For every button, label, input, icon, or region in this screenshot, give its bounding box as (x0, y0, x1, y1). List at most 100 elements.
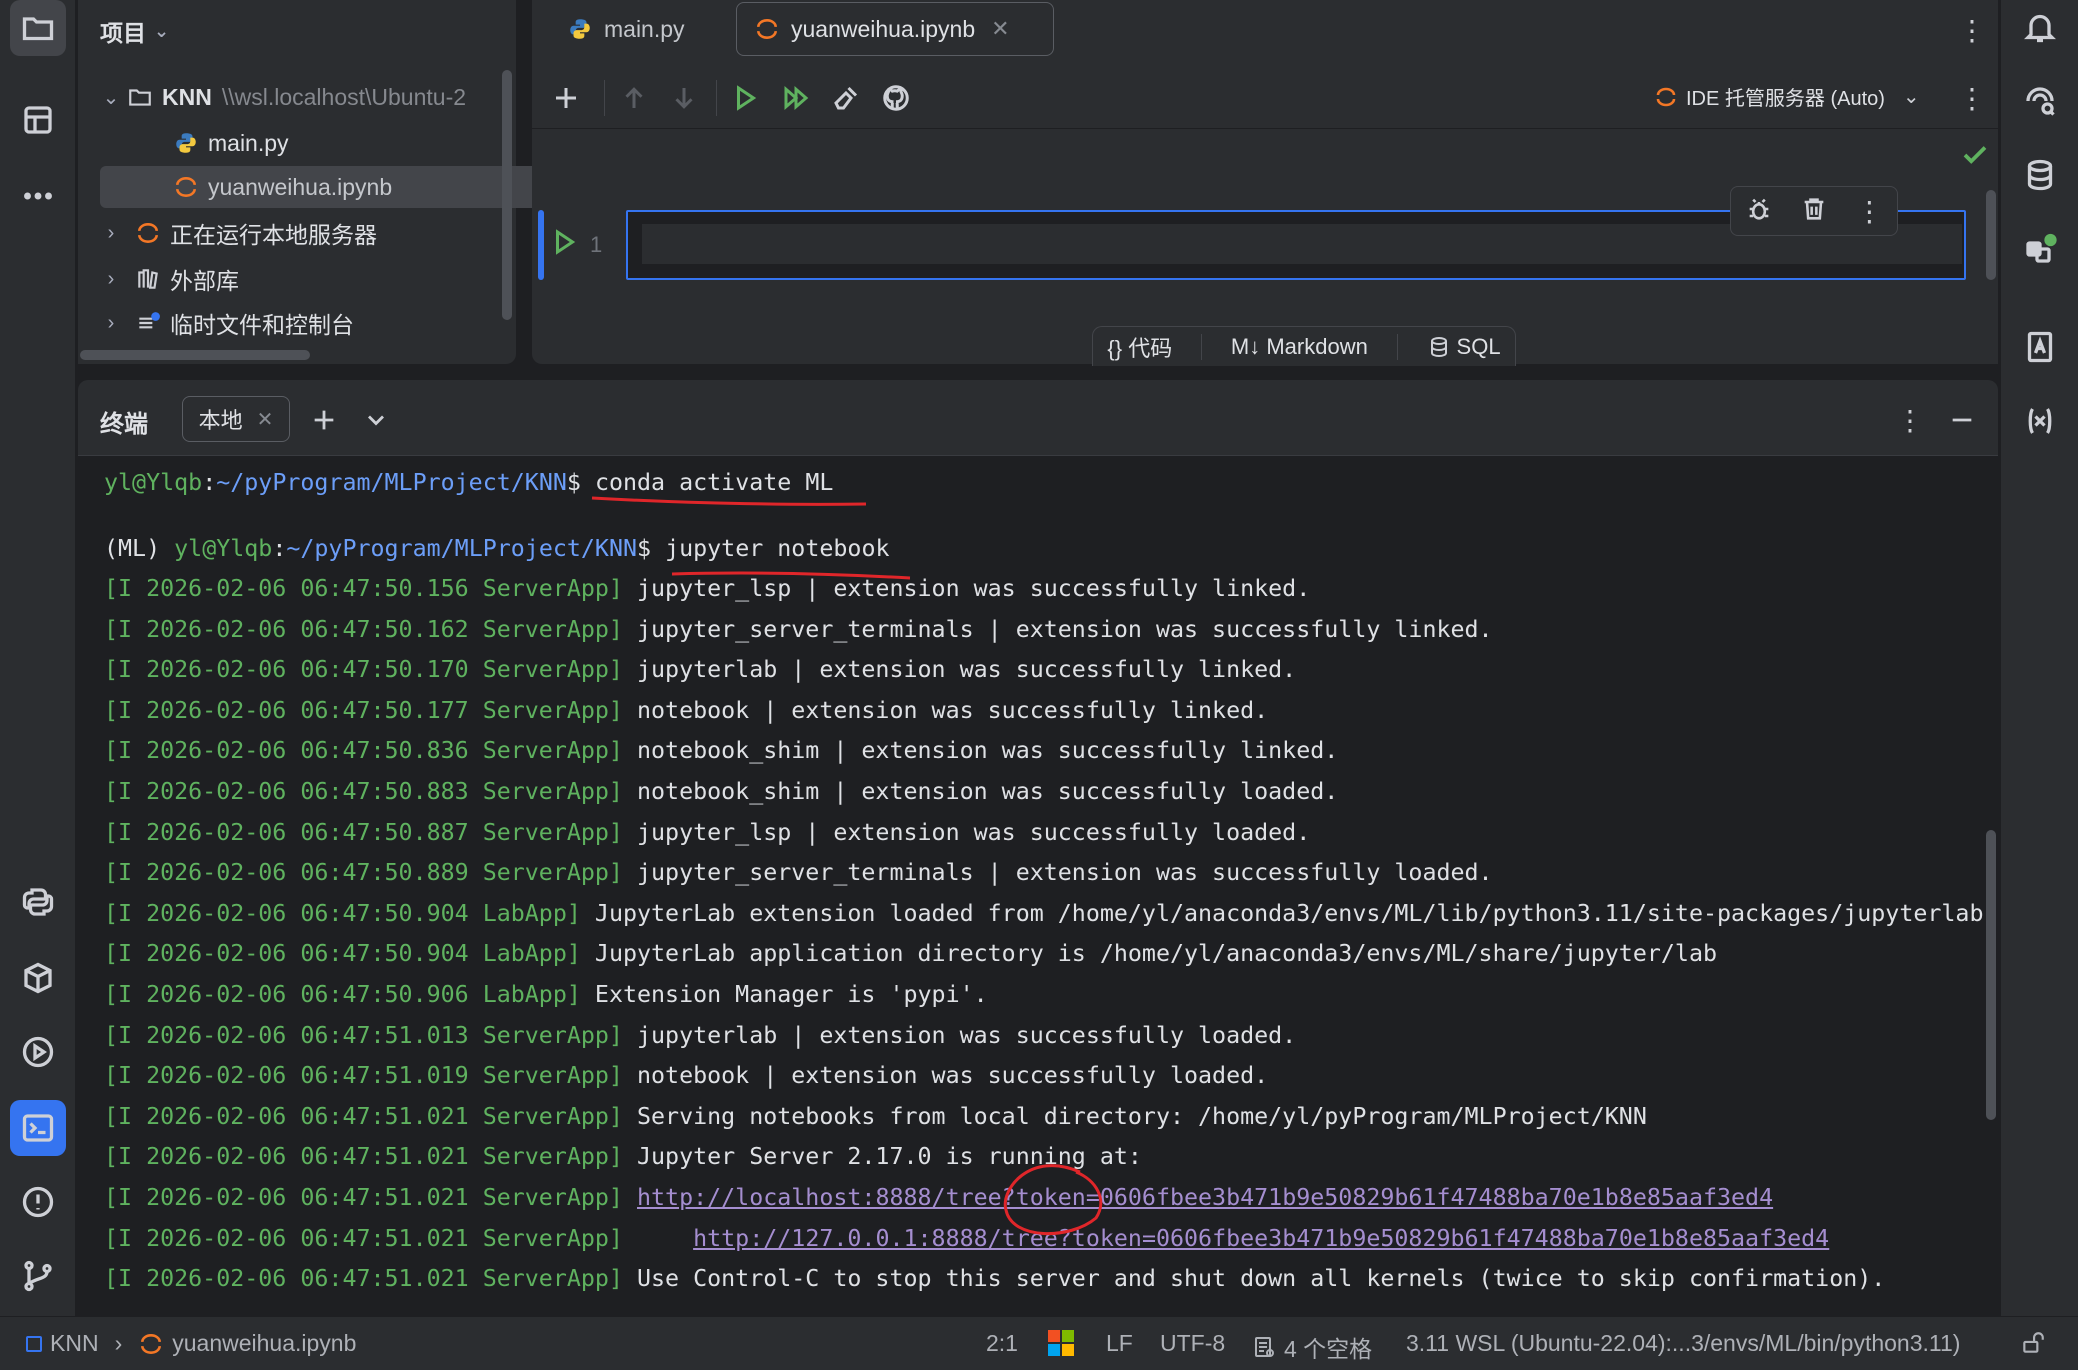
jupyter-server-selector[interactable]: IDE 托管服务器 (Auto) ⌄ (1654, 82, 1920, 111)
project-horizontal-scrollbar[interactable] (80, 350, 310, 360)
breadcrumb-file[interactable]: yuanweihua.ipynb (172, 1330, 356, 1357)
terminal-icon[interactable] (10, 1100, 66, 1156)
log-prefix: [I 2026-02-06 06:47:51.021 ServerApp] (104, 1224, 623, 1252)
log-message (623, 1184, 637, 1211)
log-prefix: [I 2026-02-06 06:47:50.170 ServerApp] (104, 656, 623, 684)
add-cell-icon[interactable] (546, 78, 586, 118)
root-folder-path: \\wsl.localhost\Ubuntu-2 (221, 83, 467, 110)
tab-label: yuanweihua.ipynb (791, 15, 976, 42)
tab-main-py[interactable]: main.py (550, 2, 701, 56)
line-separator[interactable]: LF (1106, 1330, 1133, 1357)
log-prefix: [I 2026-02-06 06:47:50.906 LabApp] (104, 981, 581, 1008)
new-terminal-icon[interactable] (304, 400, 344, 440)
tree-row-yuanweihua-ipynb[interactable]: yuanweihua.ipynb (100, 166, 568, 208)
move-up-icon[interactable] (614, 78, 654, 118)
tree-row-root[interactable]: ⌄ KNN \\wsl.localhost\Ubuntu-2 (78, 76, 522, 118)
breadcrumb-project[interactable]: KNN (50, 1330, 99, 1357)
close-icon[interactable]: ✕ (991, 16, 1009, 42)
project-view-title[interactable]: 项目 ⌄ (100, 14, 169, 48)
prompt-env: (ML) (104, 535, 175, 562)
server-url-link[interactable]: http://localhost:8888/tree?token=0606fbe… (637, 1184, 1773, 1211)
library-icon (134, 265, 162, 293)
tab-yuanweihua-ipynb[interactable]: yuanweihua.ipynb ✕ (736, 2, 1054, 56)
plugin-icon[interactable] (2013, 222, 2067, 276)
tab-options-icon[interactable]: ⋮ (1952, 10, 1992, 50)
notifications-icon[interactable] (2013, 0, 2067, 54)
log-line: [I 2026-02-06 06:47:51.021 ServerApp] ht… (104, 1224, 1829, 1254)
clear-outputs-icon[interactable] (826, 78, 866, 118)
add-bar-divider (1396, 333, 1398, 360)
sql-label: SQL (1456, 333, 1501, 359)
server-label: IDE 托管服务器 (Auto) (1686, 88, 1885, 110)
terminal-tab-local[interactable]: 本地 ✕ (182, 396, 290, 442)
documentation-icon[interactable] (2013, 320, 2067, 374)
server-url-link[interactable]: http://127.0.0.1:8888/tree?token=0606fbe… (693, 1225, 1829, 1252)
version-control-icon[interactable] (10, 1248, 66, 1304)
prompt-sign: $ (566, 469, 595, 496)
python-packages-icon[interactable] (10, 950, 66, 1006)
root-folder-name: KNN (162, 83, 212, 110)
python-interpreter[interactable]: 3.11 WSL (Ubuntu-22.04):...3/envs/ML/bin… (1406, 1330, 1960, 1357)
github-icon[interactable] (876, 78, 916, 118)
log-line: [I 2026-02-06 06:47:50.162 ServerApp] ju… (104, 615, 1493, 645)
tree-row-scratches[interactable]: › 临时文件和控制台 (78, 302, 522, 344)
log-line: [I 2026-02-06 06:47:50.889 ServerApp] ju… (104, 858, 1493, 888)
minimize-icon[interactable] (1942, 400, 1982, 440)
structure-icon[interactable] (10, 92, 66, 148)
log-prefix: [I 2026-02-06 06:47:51.021 ServerApp] (104, 1143, 623, 1171)
run-cell-gutter-icon[interactable] (550, 226, 580, 262)
cell-selection-bar (538, 210, 544, 280)
toolbar-divider (716, 80, 717, 116)
log-message: notebook_shim | extension was successful… (622, 778, 1339, 805)
prompt-line-1: yl@Ylqb:~/pyProgram/MLProject/KNN$ conda… (104, 468, 833, 498)
project-tool-window: 项目 ⌄ ⌄ KNN \\wsl.localhost\Ubuntu-2 main… (78, 0, 568, 364)
add-sql-cell-button[interactable]: SQL (1427, 334, 1501, 360)
delete-cell-icon[interactable] (1800, 195, 1828, 228)
chevron-right-icon[interactable]: › (102, 268, 120, 291)
more-tools-icon[interactable] (10, 168, 66, 224)
editor-scrollbar[interactable] (1986, 190, 1996, 280)
problems-icon[interactable] (10, 1174, 66, 1230)
indent-setting[interactable]: 4 个空格 (1252, 1330, 1372, 1364)
log-line: [I 2026-02-06 06:47:51.013 ServerApp] ju… (104, 1021, 1296, 1051)
toolbar-options-icon[interactable]: ⋮ (1952, 78, 1992, 118)
caret-position[interactable]: 2:1 (986, 1330, 1018, 1357)
tree-row-main-py[interactable]: main.py (78, 122, 592, 164)
file-encoding[interactable]: UTF-8 (1160, 1330, 1225, 1357)
add-bar-divider (1201, 333, 1203, 360)
database-icon[interactable] (2013, 148, 2067, 202)
chevron-right-icon[interactable]: › (102, 312, 120, 335)
run-all-icon[interactable] (776, 78, 816, 118)
log-message: notebook_shim | extension was successful… (622, 737, 1339, 765)
close-icon[interactable]: ✕ (257, 407, 274, 432)
ai-assistant-icon[interactable] (2013, 74, 2067, 128)
add-code-cell-button[interactable]: {} 代码 (1107, 331, 1172, 363)
add-markdown-cell-button[interactable]: M↓ Markdown (1231, 334, 1368, 360)
breadcrumb[interactable]: KNN › yuanweihua.ipynb (26, 1330, 356, 1357)
node-label: 临时文件和控制台 (170, 312, 354, 338)
lock-icon[interactable] (2020, 1330, 2046, 1356)
jupyter-server-icon (134, 219, 162, 247)
log-message: JupyterLab extension loaded from /home/y… (580, 899, 1984, 927)
python-console-icon[interactable] (10, 874, 66, 930)
run-cell-icon[interactable] (726, 78, 766, 118)
log-message: jupyter_lsp | extension was successfully… (622, 575, 1311, 602)
chevron-down-icon[interactable]: ⌄ (154, 21, 169, 42)
tree-row-running-servers[interactable]: › 正在运行本地服务器 (78, 212, 522, 254)
chevron-right-icon[interactable]: › (102, 222, 120, 245)
debug-cell-icon[interactable] (1745, 195, 1773, 228)
services-icon[interactable] (10, 1024, 66, 1080)
terminal-scrollbar[interactable] (1986, 830, 1996, 1120)
move-down-icon[interactable] (664, 78, 704, 118)
project-folder-icon[interactable] (10, 0, 66, 56)
chevron-down-icon[interactable]: ⌄ (102, 85, 120, 110)
terminal-options-icon[interactable]: ⋮ (1890, 400, 1930, 440)
prompt-user: yl@Ylqb (104, 469, 203, 496)
indent-icon (1252, 1335, 1276, 1359)
project-vertical-scrollbar[interactable] (502, 70, 512, 320)
file-name: main.py (208, 129, 289, 156)
cell-options-icon[interactable]: ⋮ (1855, 195, 1883, 228)
variables-icon[interactable] (2013, 394, 2067, 448)
tree-row-external-libraries[interactable]: › 外部库 (78, 258, 522, 300)
chevron-down-icon[interactable] (356, 400, 396, 440)
